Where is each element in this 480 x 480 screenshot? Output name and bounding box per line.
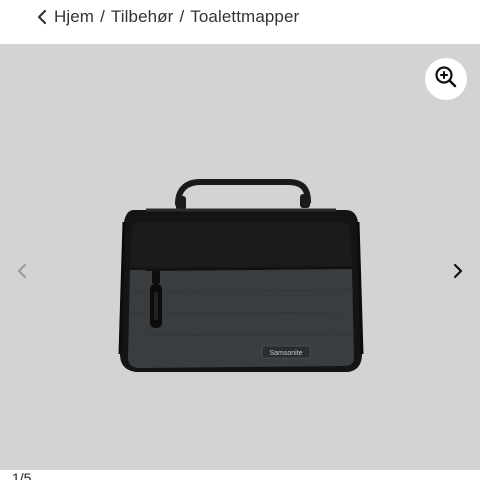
brand-label: Samsonite [269,350,302,357]
slide-counter: 1/5 [12,470,32,480]
breadcrumb-item-home[interactable]: Hjem [54,7,94,26]
gallery-next-button[interactable] [448,261,468,285]
zoom-button[interactable] [425,58,467,100]
product-page: Hjem / Tilbehør / Toalettmapper Samsonit… [0,0,480,480]
breadcrumb-separator: / [100,7,105,26]
toiletry-bag-illustration: Samsonite [118,179,364,372]
chevron-right-icon [453,263,463,284]
breadcrumb-separator: / [179,7,185,26]
chevron-left-icon[interactable] [34,8,50,26]
zoom-in-icon [434,65,458,94]
breadcrumb-bar: Hjem / Tilbehør / Toalettmapper [0,0,480,44]
gallery-prev-button[interactable] [12,261,32,285]
product-image: Samsonite [116,174,366,384]
breadcrumb-item-current: Toalettmapper [190,7,300,26]
breadcrumb-item-accessories[interactable]: Tilbehør [111,7,174,26]
breadcrumb: Hjem / Tilbehør / Toalettmapper [54,6,299,28]
product-image-gallery[interactable]: Samsonite [0,44,480,470]
chevron-left-icon [17,263,27,284]
